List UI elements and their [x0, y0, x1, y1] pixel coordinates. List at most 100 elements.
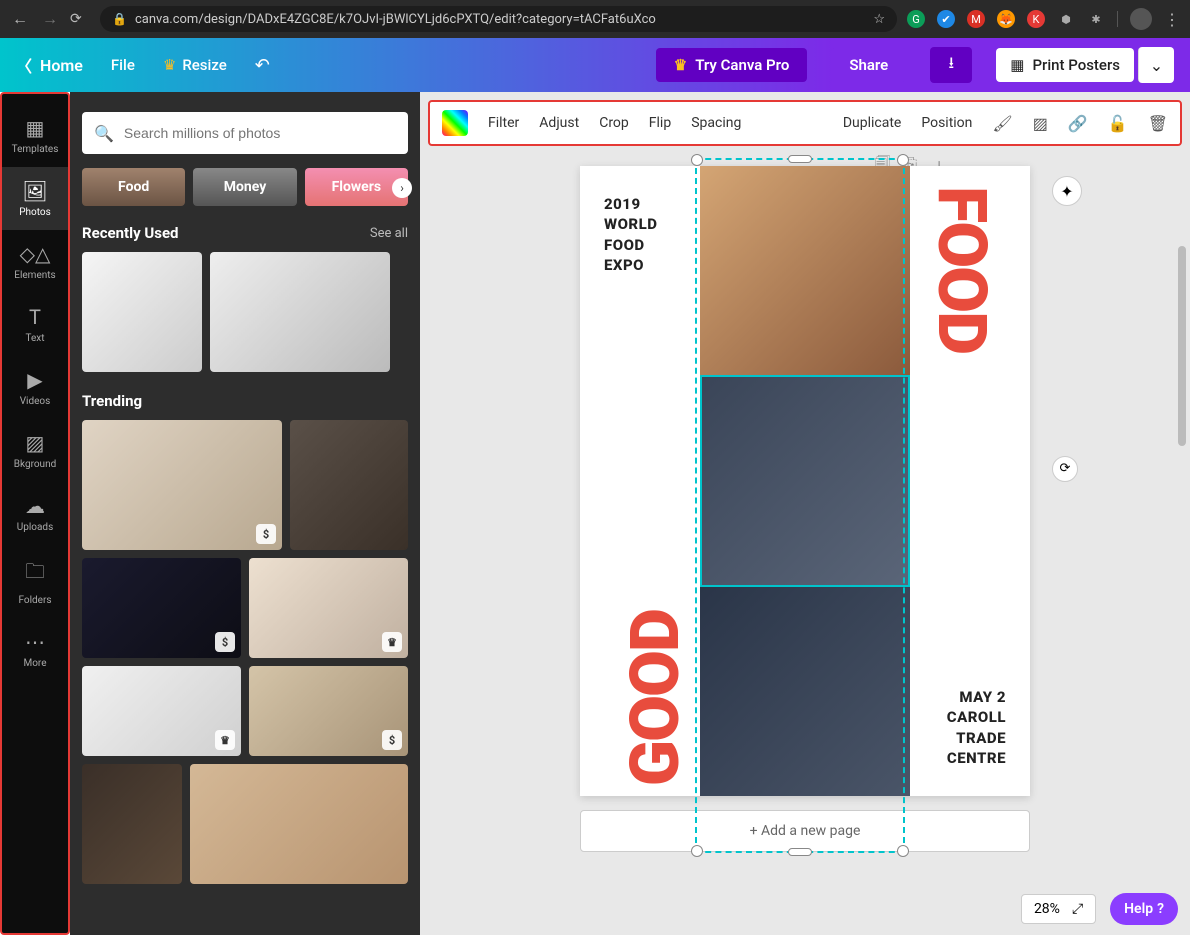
print-button[interactable]: ▦Print Posters	[996, 48, 1134, 82]
filter-button[interactable]: Filter	[488, 115, 519, 131]
rotate-handle[interactable]: ⟳	[1052, 456, 1078, 482]
recent-thumb[interactable]	[82, 252, 202, 372]
elements-icon: ◇△	[20, 242, 51, 266]
rail-folders[interactable]: 🗀Folders	[2, 545, 68, 618]
undo-button[interactable]: ↶	[255, 55, 270, 76]
copy-style-icon[interactable]: 🖌	[992, 114, 1012, 133]
rail-templates[interactable]: ▦Templates	[2, 104, 68, 167]
photos-panel: 🔍 Food Money Flowers › Recently Used See…	[70, 92, 420, 935]
reload-button[interactable]: ⟳	[70, 11, 90, 27]
poster-page[interactable]: GOOD FOOD 2019 WORLD FOOD EXPO MAY 2 CAR…	[580, 166, 1030, 796]
videos-icon: ▶	[27, 368, 42, 392]
ext-star-icon[interactable]: ✱	[1087, 10, 1105, 28]
browser-menu-icon[interactable]: ⋮	[1164, 10, 1180, 29]
color-swatch[interactable]	[442, 110, 468, 136]
url-text: canva.com/design/DADxE4ZGC8E/k7OJvI-jBWl…	[135, 12, 656, 27]
resize-handle[interactable]	[788, 155, 812, 163]
ext-check-icon[interactable]: ✔	[937, 10, 955, 28]
uploads-icon: ☁	[25, 494, 45, 518]
chip-next-icon[interactable]: ›	[392, 178, 412, 198]
position-button[interactable]: Position	[921, 115, 972, 131]
canva-header: 〈Home File ♛Resize ↶ ♛Try Canva Pro Shar…	[0, 38, 1190, 92]
print-dropdown[interactable]: ⌄	[1138, 47, 1174, 83]
poster-image-3[interactable]	[700, 587, 910, 796]
food-text[interactable]: FOOD	[922, 186, 1002, 353]
resize-handle[interactable]	[691, 154, 703, 166]
search-box[interactable]: 🔍	[82, 112, 408, 154]
folders-icon: 🗀	[25, 557, 45, 591]
help-icon: ?	[1157, 901, 1164, 917]
browser-chrome: ← → ⟳ 🔒 canva.com/design/DADxE4ZGC8E/k7O…	[0, 0, 1190, 38]
good-text[interactable]: GOOD	[615, 610, 695, 786]
rail-photos[interactable]: 🖼Photos	[2, 167, 68, 230]
link-icon[interactable]: 🔗	[1068, 114, 1088, 133]
context-toolbar: Filter Adjust Crop Flip Spacing Duplicat…	[428, 100, 1182, 146]
rail-videos[interactable]: ▶Videos	[2, 356, 68, 419]
flip-button[interactable]: Flip	[649, 115, 671, 131]
home-button[interactable]: 〈Home	[16, 53, 83, 77]
try-pro-button[interactable]: ♛Try Canva Pro	[656, 48, 808, 82]
url-bar[interactable]: 🔒 canva.com/design/DADxE4ZGC8E/k7OJvI-jB…	[100, 6, 897, 32]
transparency-icon[interactable]: ▨	[1033, 114, 1048, 133]
fullscreen-icon[interactable]: ⤢	[1072, 901, 1083, 917]
ext-fox-icon[interactable]: 🦊	[997, 10, 1015, 28]
zoom-control[interactable]: 28%⤢	[1021, 894, 1096, 924]
expo-text[interactable]: 2019 WORLD FOOD EXPO	[604, 194, 657, 275]
trending-thumb[interactable]	[82, 764, 182, 884]
lock-icon[interactable]: 🔓	[1108, 114, 1128, 133]
delete-icon[interactable]: 🗑	[1148, 114, 1168, 133]
rail-bkground[interactable]: ▨Bkground	[2, 419, 68, 482]
recently-used-heading: Recently Used	[82, 224, 179, 242]
forward-button[interactable]: →	[40, 9, 60, 29]
chip-food[interactable]: Food	[82, 168, 185, 206]
share-button[interactable]: Share	[831, 48, 906, 82]
download-button[interactable]: ⭳	[930, 47, 972, 83]
trending-thumb[interactable]: $	[82, 420, 282, 550]
more-icon: ⋯	[25, 630, 45, 654]
poster-image-2-selected[interactable]	[700, 375, 910, 588]
rail-more[interactable]: ⋯More	[2, 618, 68, 681]
canvas-scroll[interactable]: 🗐 ⎘ ＋ GOOD FOOD 2019 WORLD FOOD EXPO	[420, 146, 1190, 935]
trending-thumb[interactable]	[290, 420, 408, 550]
search-input[interactable]	[124, 125, 396, 141]
file-menu[interactable]: File	[111, 56, 135, 74]
bkground-icon: ▨	[26, 431, 45, 455]
crop-button[interactable]: Crop	[599, 115, 629, 131]
resize-menu[interactable]: ♛Resize	[163, 56, 227, 74]
vertical-scrollbar[interactable]	[1176, 146, 1188, 895]
venue-text[interactable]: MAY 2 CAROLL TRADE CENTRE	[947, 687, 1006, 768]
poster-image-1[interactable]	[700, 166, 910, 375]
trending-thumb[interactable]: $	[82, 558, 241, 658]
trending-thumb[interactable]: ♛	[82, 666, 241, 756]
left-rail: ▦Templates 🖼Photos ◇△Elements TText ▶Vid…	[0, 92, 70, 935]
profile-avatar[interactable]	[1130, 8, 1152, 30]
rail-text[interactable]: TText	[2, 293, 68, 356]
ext-k-icon[interactable]: K	[1027, 10, 1045, 28]
magic-resize-icon[interactable]: ✦	[1052, 176, 1082, 206]
back-button[interactable]: ←	[10, 9, 30, 29]
rail-elements[interactable]: ◇△Elements	[2, 230, 68, 293]
image-column[interactable]	[700, 166, 910, 796]
recent-thumb[interactable]	[210, 252, 390, 372]
extension-icons: G ✔ M 🦊 K ⬢ ✱ ⋮	[907, 8, 1180, 30]
spacing-button[interactable]: Spacing	[691, 115, 741, 131]
help-button[interactable]: Help?	[1110, 893, 1178, 925]
duplicate-button[interactable]: Duplicate	[843, 115, 902, 131]
ext-hex-icon[interactable]: ⬢	[1057, 10, 1075, 28]
chevron-left-icon: 〈	[16, 53, 32, 77]
add-page-button[interactable]: + Add a new page	[580, 810, 1030, 852]
trending-heading: Trending	[82, 392, 142, 410]
trending-thumb[interactable]: $	[249, 666, 408, 756]
canvas-area: Filter Adjust Crop Flip Spacing Duplicat…	[420, 92, 1190, 935]
ext-gmail-icon[interactable]: M	[967, 10, 985, 28]
text-icon: T	[29, 305, 41, 329]
trending-thumb[interactable]	[190, 764, 408, 884]
lock-icon: 🔒	[112, 12, 127, 26]
rail-uploads[interactable]: ☁Uploads	[2, 482, 68, 545]
trending-thumb[interactable]: ♛	[249, 558, 408, 658]
see-all-link[interactable]: See all	[370, 226, 408, 241]
ext-grammarly-icon[interactable]: G	[907, 10, 925, 28]
adjust-button[interactable]: Adjust	[539, 115, 579, 131]
chip-money[interactable]: Money	[193, 168, 296, 206]
star-icon[interactable]: ☆	[873, 12, 885, 27]
